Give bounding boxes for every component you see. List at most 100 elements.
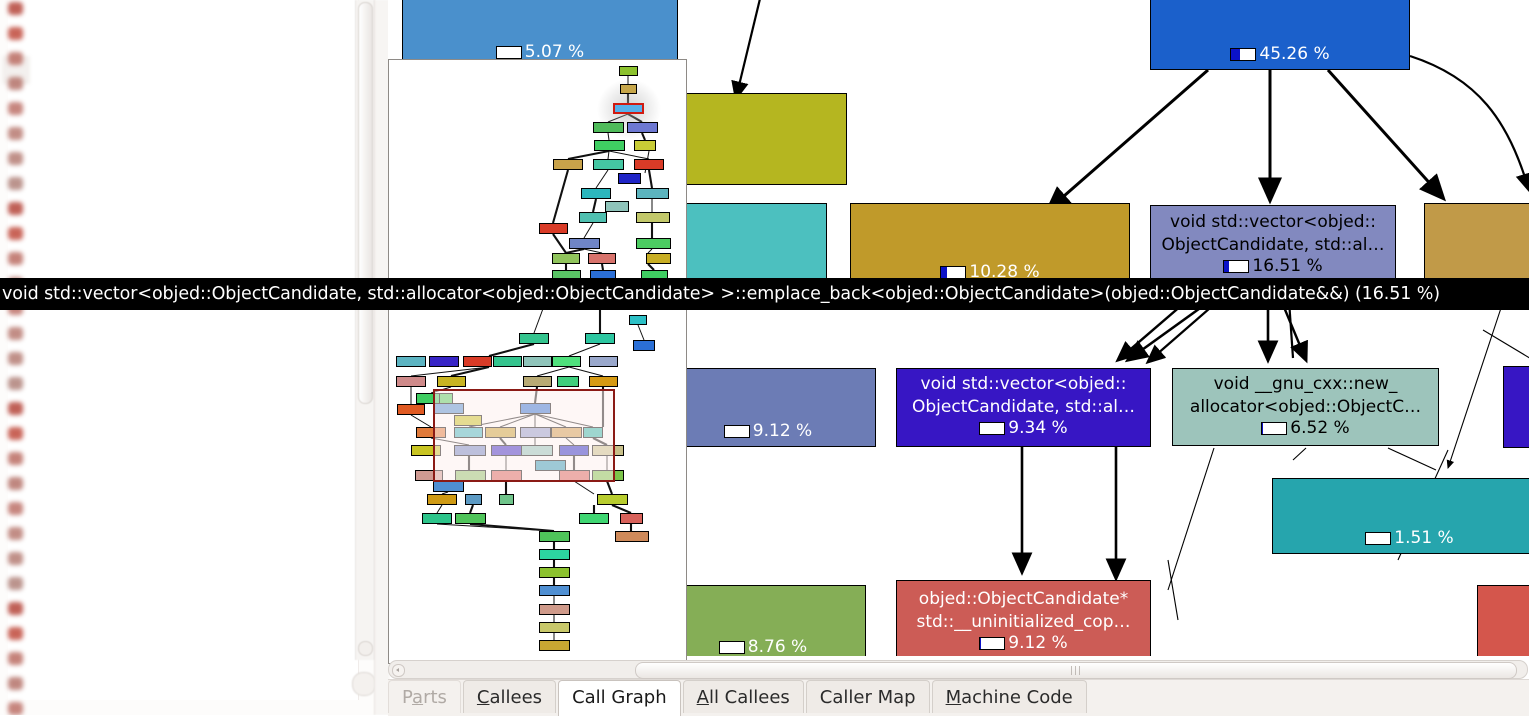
minimap-node[interactable] [557, 376, 579, 387]
graph-node[interactable]: 8.76 % [660, 585, 866, 656]
minimap-node[interactable] [627, 122, 658, 133]
minimap-node[interactable] [636, 188, 669, 199]
minimap-node[interactable] [437, 376, 466, 387]
background-window [0, 0, 390, 715]
tab-machine-code[interactable]: Machine Code [932, 680, 1087, 713]
minimap-node[interactable] [465, 494, 482, 505]
graph-node-label: std::__uninitialized_cop… [897, 610, 1150, 633]
minimap-node[interactable] [429, 356, 459, 367]
minimap-node[interactable] [636, 238, 671, 249]
graph-node[interactable] [1477, 585, 1529, 656]
minimap-node[interactable] [523, 376, 552, 387]
minimap-node[interactable] [597, 494, 628, 505]
minimap-node[interactable] [579, 212, 607, 223]
minimap-node[interactable] [433, 481, 464, 492]
minimap-node[interactable] [397, 404, 425, 415]
minimap-node[interactable] [493, 356, 522, 367]
graph-horizontal-scrollbar[interactable]: ||| [388, 660, 1528, 679]
minimap-node[interactable] [634, 159, 664, 170]
tab-all-callees[interactable]: All Callees [683, 680, 804, 713]
minimap-node[interactable] [499, 494, 514, 505]
minimap-node[interactable] [581, 188, 611, 199]
minimap-node[interactable] [463, 356, 492, 367]
bottom-tab-bar[interactable]: Parts Callees Call Graph All Callees Caller … [388, 679, 1529, 716]
graph-node[interactable] [684, 93, 847, 185]
graph-node[interactable]: 1.51 % [1272, 478, 1529, 554]
minimap-node[interactable] [539, 604, 570, 615]
minimap-node[interactable] [593, 159, 624, 170]
graph-node[interactable]: void std::vector<objed:: ObjectCandidate,… [896, 368, 1151, 447]
cost-bar-icon [979, 637, 1005, 650]
horizontal-scrollbar-thumb[interactable]: ||| [635, 662, 1517, 679]
tab-parts: Parts [388, 680, 461, 713]
minimap-node[interactable] [539, 640, 570, 651]
minimap-node[interactable] [593, 122, 624, 133]
background-list-icon [8, 477, 23, 490]
minimap-node[interactable] [539, 585, 570, 596]
tab-mnemonic: A [697, 687, 709, 708]
minimap-node[interactable] [455, 513, 486, 524]
minimap-node[interactable] [519, 333, 549, 344]
minimap-node[interactable] [646, 253, 671, 264]
graph-node[interactable]: 5.07 % [402, 0, 678, 68]
minimap-node[interactable] [539, 223, 568, 234]
minimap-node[interactable] [523, 356, 552, 367]
minimap-node[interactable] [634, 140, 656, 151]
minimap-selected-node[interactable] [613, 103, 644, 114]
graph-node-label: ObjectCandidate, std::al… [897, 395, 1150, 418]
background-scroll-down-arrow[interactable] [358, 641, 373, 656]
minimap-node[interactable] [585, 333, 615, 344]
graph-node-percent: 8.76 % [748, 637, 807, 656]
graph-node[interactable] [1424, 203, 1529, 288]
background-vertical-scrollbar[interactable] [355, 0, 375, 660]
graph-minimap-panel[interactable] [388, 59, 687, 664]
minimap-node[interactable] [620, 513, 643, 524]
minimap-node[interactable] [588, 253, 616, 264]
minimap-node[interactable] [620, 84, 637, 94]
minimap-node[interactable] [589, 356, 618, 367]
minimap-node[interactable] [396, 356, 426, 367]
graph-node-percent: 9.12 % [753, 421, 812, 442]
minimap-node[interactable] [553, 159, 583, 170]
minimap-node[interactable] [427, 494, 457, 505]
minimap-node[interactable] [579, 513, 609, 524]
minimap-node[interactable] [619, 66, 638, 76]
minimap-node[interactable] [552, 356, 581, 367]
graph-node-label: allocator<objed::ObjectC… [1173, 395, 1438, 418]
minimap-node[interactable] [539, 531, 570, 542]
minimap-node[interactable] [629, 315, 647, 325]
tab-callees[interactable]: Callees [463, 680, 556, 713]
minimap-node[interactable] [539, 622, 570, 633]
minimap-node[interactable] [552, 253, 580, 264]
node-tooltip: void std::vector<objed::ObjectCandidate,… [0, 278, 1529, 310]
tab-mnemonic: a [412, 687, 423, 708]
minimap-node[interactable] [618, 173, 641, 184]
minimap-node[interactable] [615, 531, 649, 542]
background-list-icon [8, 502, 23, 515]
minimap-node[interactable] [605, 201, 629, 212]
minimap-viewport-rect[interactable] [433, 389, 615, 482]
graph-node[interactable] [1503, 366, 1529, 448]
minimap-node[interactable] [633, 340, 655, 351]
graph-node[interactable]: objed::ObjectCandidate* std::__uninitiali… [896, 580, 1151, 656]
minimap-node[interactable] [589, 376, 618, 387]
minimap-node[interactable] [539, 567, 570, 578]
graph-node[interactable]: void __gnu_cxx::new_ allocator<objed::Obj… [1172, 368, 1439, 446]
graph-node[interactable]: 45.26 % [1150, 0, 1410, 70]
minimap-node[interactable] [569, 238, 600, 249]
tab-mnemonic: C [477, 687, 490, 708]
minimap-node[interactable] [396, 376, 426, 387]
graph-node[interactable]: 10.28 % [850, 203, 1130, 288]
graph-node[interactable]: void std::vector<objed:: ObjectCandidate,… [1150, 205, 1396, 286]
minimap-node[interactable] [422, 513, 452, 524]
graph-node-label: ObjectCandidate, std::al… [1151, 233, 1395, 256]
minimap-node[interactable] [636, 212, 670, 223]
minimap-node[interactable] [594, 140, 625, 151]
scroll-left-arrow[interactable] [392, 664, 405, 677]
tab-call-graph[interactable]: Call Graph [558, 680, 681, 716]
graph-node[interactable]: 9.12 % [660, 368, 876, 447]
minimap-node[interactable] [539, 549, 570, 560]
background-scroll-corner[interactable] [352, 672, 376, 696]
background-scrollbar-thumb[interactable] [358, 2, 373, 404]
tab-caller-map[interactable]: Caller Map [806, 680, 930, 713]
